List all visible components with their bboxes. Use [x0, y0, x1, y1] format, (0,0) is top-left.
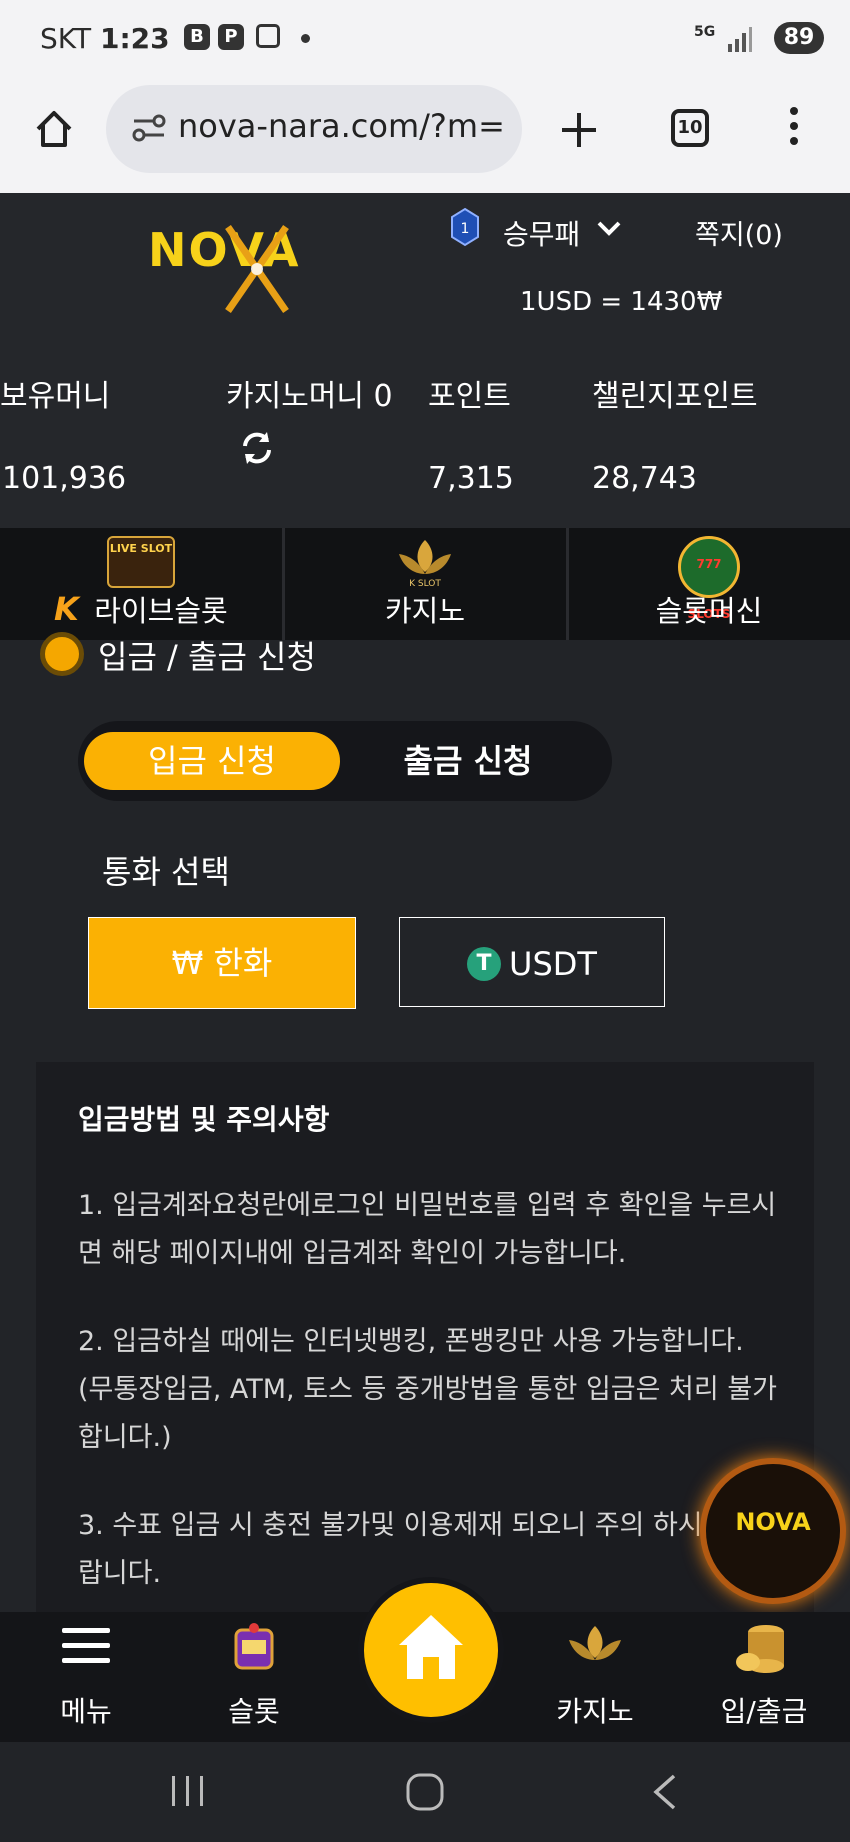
money-label: 보유머니	[0, 379, 111, 414]
currency-label: 통화 선택	[102, 853, 230, 891]
back-icon[interactable]	[650, 1772, 680, 1812]
nav-deposit-label: 입/출금	[720, 1695, 808, 1728]
level-badge-icon: 1	[451, 207, 479, 247]
point-label: 포인트	[428, 379, 511, 414]
home-icon[interactable]	[32, 107, 76, 151]
nav-slot[interactable]: 슬롯	[184, 1612, 324, 1742]
notice-item-2: 2. 입금하실 때에는 인터넷뱅킹, 폰뱅킹만 사용 가능합니다.(무통장입금,…	[78, 1326, 777, 1453]
nav-casino[interactable]: 카지노	[525, 1612, 665, 1742]
system-home-icon[interactable]	[405, 1772, 445, 1812]
withdraw-request-tab[interactable]: 출금 신청	[340, 732, 596, 790]
currency-usdt-button[interactable]: T USDT	[399, 917, 665, 1007]
status-bar: SKT 1:23 B P 5G 89	[0, 0, 850, 85]
notice-item-1: 1. 입금계좌요청란에로그인 비밀번호를 입력 후 확인을 누르시면 해당 페이…	[78, 1190, 777, 1269]
tether-icon: T	[467, 947, 502, 981]
tab-casino[interactable]: K SLOT 카지노	[284, 528, 569, 640]
site-header: NOVA 1 승무패 쪽지(0) 1USD = 1430₩ 보유머니 101,9…	[0, 193, 850, 528]
nav-menu[interactable]: 메뉴	[16, 1612, 156, 1742]
b-notification-icon: B	[184, 24, 210, 50]
section-title: 입금 / 출금 신청	[98, 638, 316, 676]
money-value: 101,936	[2, 461, 127, 496]
tab-slot-machine[interactable]: 777 SLOTS 슬롯머신	[568, 528, 850, 640]
tab-live-slot-label: 라이브슬롯	[94, 594, 228, 628]
casino-lotus-icon	[569, 1626, 621, 1660]
more-menu-icon[interactable]	[790, 107, 798, 145]
live-slot-icon: LIVE SLOT	[107, 536, 175, 588]
tab-switcher-button[interactable]: 10	[671, 109, 709, 147]
hamburger-icon	[62, 1628, 110, 1663]
recent-apps-icon[interactable]	[170, 1774, 206, 1808]
challenge-point-value: 28,743	[592, 461, 697, 496]
user-name[interactable]: 승무패	[503, 213, 580, 253]
tab-casino-label: 카지노	[384, 594, 466, 628]
section-radio-icon	[40, 632, 84, 676]
deposit-notice-box: 입금방법 및 주의사항 1. 입금계좌요청란에로그인 비밀번호를 입력 후 확인…	[36, 1062, 814, 1622]
casino-lotus-icon: K SLOT	[395, 536, 455, 590]
svg-text:1: 1	[461, 221, 470, 237]
challenge-point-label: 챌린지포인트	[592, 379, 758, 414]
nav-deposit-withdraw[interactable]: 입/출금	[694, 1612, 834, 1742]
nav-slot-label: 슬롯	[228, 1695, 280, 1728]
nav-casino-label: 카지노	[556, 1695, 634, 1728]
signal-icon	[728, 27, 752, 52]
currency-krw-button[interactable]: ₩ 한화	[88, 917, 356, 1009]
tab-slot-machine-label: 슬롯머신	[655, 594, 763, 628]
chevron-down-icon[interactable]	[596, 219, 622, 239]
exchange-rate: 1USD = 1430₩	[520, 287, 723, 317]
game-category-tabs: LIVE SLOT K 라이브슬롯 K SLOT 카지노 777 SLOTS 슬…	[0, 528, 850, 640]
status-time: SKT 1:23	[40, 22, 170, 55]
network-label: 5G	[694, 24, 716, 40]
new-tab-icon[interactable]	[558, 109, 600, 151]
battery-indicator: 89	[774, 22, 824, 54]
url-bar[interactable]: nova-nara.com/?m=	[106, 85, 522, 173]
floating-nova-button[interactable]: NOVA	[700, 1458, 846, 1604]
nav-menu-label: 메뉴	[60, 1695, 112, 1728]
point-value: 7,315	[428, 461, 514, 496]
casino-money-label: 카지노머니 0	[226, 379, 393, 414]
usdt-label: USDT	[509, 945, 597, 983]
home-icon	[399, 1615, 463, 1679]
nav-home-button[interactable]	[358, 1577, 504, 1723]
system-navigation-bar	[0, 1742, 850, 1842]
floating-nova-logo: NOVA	[735, 1508, 811, 1536]
scan-icon	[256, 24, 280, 48]
deposit-request-tab[interactable]: 입금 신청	[84, 732, 340, 790]
notice-title: 입금방법 및 주의사항	[78, 1103, 330, 1136]
browser-toolbar: nova-nara.com/?m= 10	[0, 85, 850, 194]
url-text: nova-nara.com/?m=	[178, 107, 505, 145]
p-notification-icon: P	[218, 24, 244, 50]
slot-machine-icon	[234, 1623, 274, 1670]
coins-icon	[736, 1625, 784, 1673]
dot-icon	[301, 34, 310, 43]
messages-link[interactable]: 쪽지(0)	[695, 213, 783, 252]
logo-x-mark	[225, 225, 289, 313]
tab-live-slot[interactable]: LIVE SLOT K 라이브슬롯	[0, 528, 285, 640]
deposit-withdraw-toggle: 입금 신청 출금 신청	[78, 721, 612, 801]
site-settings-icon[interactable]	[132, 111, 166, 145]
refresh-icon[interactable]	[238, 429, 276, 467]
